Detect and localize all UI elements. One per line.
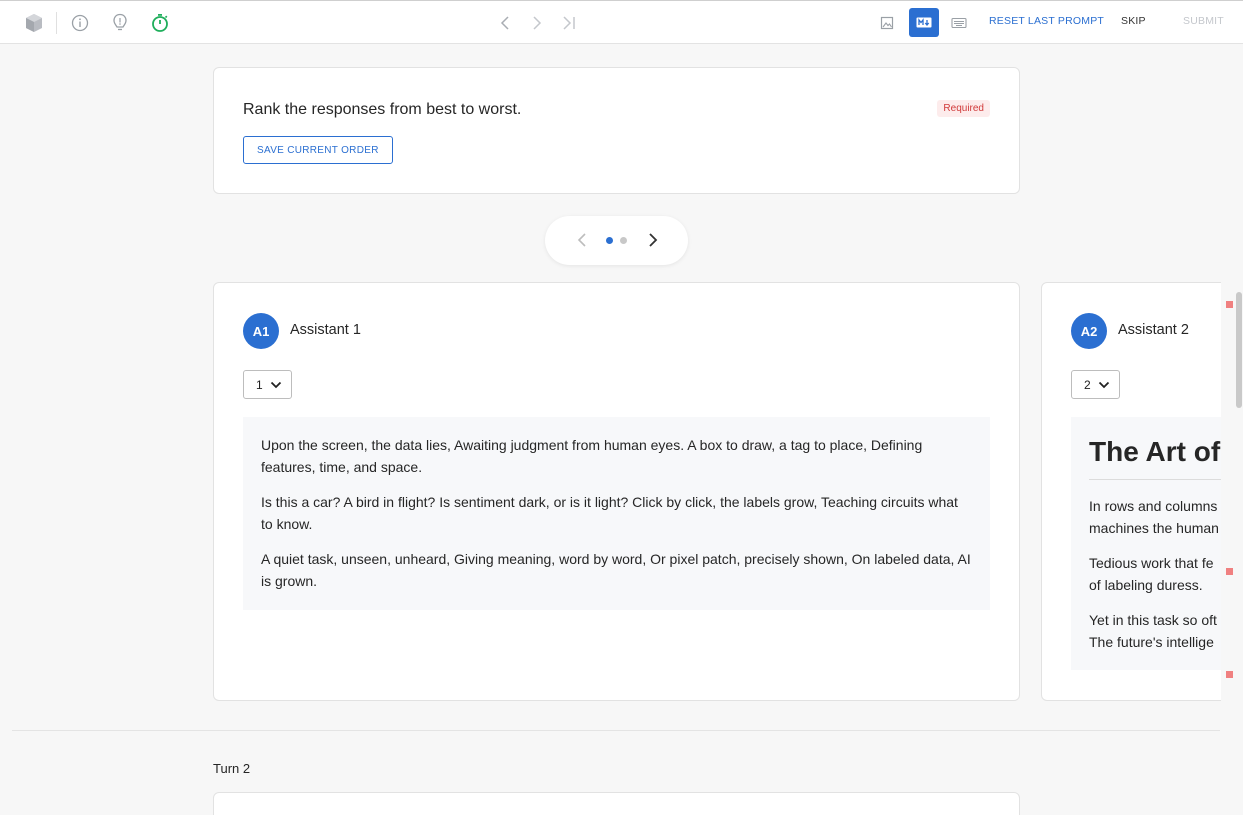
main-scroll-area: Rank the responses from best to worst. R… — [0, 0, 1221, 815]
scrollbar-thumb[interactable] — [1236, 292, 1242, 408]
assistant-name: Assistant 1 — [290, 322, 361, 338]
hint-icon[interactable] — [109, 12, 131, 34]
response-line: In rows and columns — [1089, 498, 1218, 514]
chevron-left-icon — [577, 233, 586, 247]
reset-last-prompt-button[interactable]: RESET LAST PROMPT — [989, 15, 1104, 27]
response-pager — [545, 216, 688, 265]
skip-button[interactable]: SKIP — [1121, 15, 1146, 27]
keyboard-mode-button[interactable] — [944, 8, 974, 37]
turn-label: Turn 2 — [213, 761, 251, 776]
response-line: machines the human — [1089, 519, 1219, 536]
chevron-down-icon — [1098, 381, 1110, 389]
toolbar-divider — [56, 12, 57, 34]
chevron-right-icon — [649, 233, 658, 247]
scroll-marker — [1226, 301, 1233, 308]
last-task-button[interactable] — [559, 13, 579, 33]
prev-task-button[interactable] — [495, 13, 515, 33]
timer-icon[interactable] — [149, 12, 171, 34]
avatar: A2 — [1071, 313, 1107, 349]
next-task-button[interactable] — [527, 13, 547, 33]
pager-dot-1[interactable] — [606, 237, 613, 244]
skip-to-end-icon — [563, 16, 575, 30]
rank-select[interactable]: 1 — [243, 370, 292, 399]
info-icon[interactable] — [69, 12, 91, 34]
assistant-name: Assistant 2 — [1118, 322, 1189, 338]
response-line: Tedious work that fe — [1089, 555, 1214, 571]
pager-prev-button[interactable] — [573, 231, 591, 249]
image-icon — [880, 16, 894, 29]
response-paragraph: Upon the screen, the data lies, Awaiting… — [261, 437, 923, 475]
submit-button[interactable]: SUBMIT — [1183, 15, 1224, 27]
response-line: of labeling duress. — [1089, 576, 1203, 593]
chevron-down-icon — [270, 381, 282, 389]
response-line: The future's intellige — [1089, 633, 1214, 650]
top-toolbar: RESET LAST PROMPT SKIP SUBMIT — [0, 0, 1243, 44]
scroll-marker — [1226, 568, 1233, 575]
turn-divider — [12, 730, 1220, 731]
assistant-2-card: A2 Assistant 2 2 The Art of In rows and … — [1041, 282, 1221, 701]
required-badge: Required — [937, 100, 990, 117]
markdown-icon — [916, 17, 932, 28]
rank-value: 2 — [1084, 377, 1091, 392]
turn-2-card — [213, 792, 1020, 815]
keyboard-icon — [951, 17, 967, 28]
rank-select[interactable]: 2 — [1071, 370, 1120, 399]
scroll-marker — [1226, 671, 1233, 678]
response-paragraph: A quiet task, unseen, unheard, Giving me… — [261, 551, 971, 589]
response-line: Yet in this task so oft — [1089, 612, 1217, 628]
image-mode-button[interactable] — [872, 8, 902, 37]
chevron-left-icon — [500, 16, 509, 30]
markdown-mode-button[interactable] — [909, 8, 939, 37]
rank-value: 1 — [256, 377, 263, 392]
response-heading: The Art of — [1089, 435, 1221, 480]
rank-instruction: Rank the responses from best to worst. — [243, 101, 522, 118]
response-text: Upon the screen, the data lies, Awaiting… — [243, 417, 990, 610]
response-paragraph: Is this a car? A bird in flight? Is sent… — [261, 494, 958, 532]
pager-dot-2[interactable] — [620, 237, 627, 244]
assistant-1-card: A1 Assistant 1 1 Upon the screen, the da… — [213, 282, 1020, 701]
chevron-right-icon — [533, 16, 542, 30]
rank-card: Rank the responses from best to worst. R… — [213, 67, 1020, 194]
cube-icon[interactable] — [23, 12, 45, 34]
response-text: The Art of In rows and columns machines … — [1071, 417, 1221, 670]
pager-next-button[interactable] — [644, 231, 662, 249]
scrollbar-track[interactable] — [1221, 44, 1243, 815]
save-current-order-button[interactable]: SAVE CURRENT ORDER — [243, 136, 393, 164]
avatar: A1 — [243, 313, 279, 349]
